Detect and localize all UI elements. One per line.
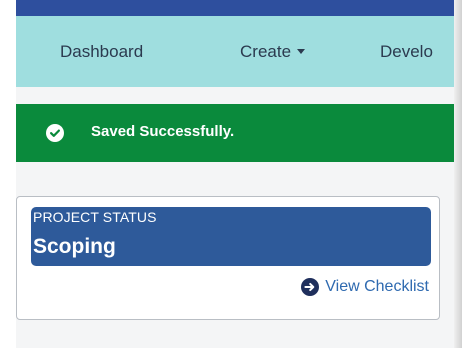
page-content: Dashboard Create Develo Saved Successful…	[16, 0, 454, 348]
view-checklist-link[interactable]: View Checklist	[301, 278, 429, 296]
project-status-card: PROJECT STATUS Scoping View Checklist	[16, 196, 440, 320]
nav-item-develop[interactable]: Develo	[380, 42, 433, 62]
success-alert: Saved Successfully.	[16, 104, 454, 162]
project-status-label: PROJECT STATUS	[33, 209, 157, 225]
view-checklist-label: View Checklist	[325, 278, 429, 295]
top-bar	[16, 0, 454, 16]
screenshot-frame: Dashboard Create Develo Saved Successful…	[0, 0, 462, 348]
nav-item-create-label: Create	[240, 42, 292, 61]
alert-message: Saved Successfully.	[91, 123, 235, 140]
nav-item-create[interactable]: Create	[240, 42, 306, 62]
main-navbar: Dashboard Create Develo	[16, 16, 454, 87]
project-status-box: PROJECT STATUS Scoping	[31, 207, 431, 266]
check-circle-icon	[46, 124, 64, 142]
project-status-value: Scoping	[33, 235, 116, 258]
right-shadow	[454, 0, 462, 348]
nav-item-dashboard[interactable]: Dashboard	[60, 42, 143, 62]
arrow-circle-right-icon	[301, 278, 320, 296]
caret-down-icon	[297, 49, 306, 54]
